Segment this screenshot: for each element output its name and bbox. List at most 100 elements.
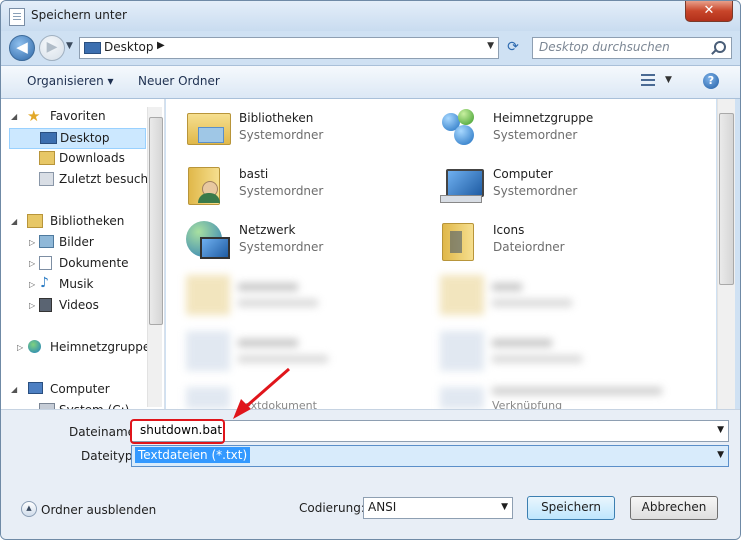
collapse-triangle-icon[interactable]: ◢ bbox=[11, 212, 17, 231]
save-button[interactable]: Speichern bbox=[527, 496, 615, 520]
file-tile[interactable]: Icons Dateiordner bbox=[438, 217, 658, 267]
chevron-down-icon[interactable]: ▼ bbox=[501, 502, 508, 512]
navigation-pane: ◢ ★ Favoriten Desktop Downloads Zuletzt … bbox=[1, 99, 165, 409]
blurred-label-right: Verknüpfung bbox=[492, 399, 563, 409]
homegroup-icon bbox=[28, 340, 41, 353]
encoding-value[interactable]: ANSI bbox=[368, 500, 396, 514]
nav-label: System (C:) bbox=[59, 401, 129, 409]
nav-recent[interactable]: Zuletzt besucht bbox=[9, 170, 153, 189]
videos-icon bbox=[39, 298, 52, 312]
nav-desktop[interactable]: Desktop bbox=[9, 128, 146, 149]
navigation-scrollbar[interactable] bbox=[147, 107, 163, 407]
nav-label: Desktop bbox=[60, 131, 110, 145]
downloads-folder-icon bbox=[39, 151, 55, 165]
desktop-icon bbox=[40, 132, 57, 144]
encoding-select[interactable]: ANSI ▼ bbox=[363, 497, 513, 519]
nav-pictures[interactable]: ▷ Bilder bbox=[9, 233, 144, 252]
nav-label: Bibliotheken bbox=[50, 214, 125, 228]
file-name: basti bbox=[239, 167, 269, 181]
expand-triangle-icon[interactable]: ▷ bbox=[29, 296, 35, 315]
filename-label: Dateiname: bbox=[69, 425, 140, 439]
forward-button[interactable]: ▶ bbox=[39, 35, 65, 61]
file-type: Systemordner bbox=[239, 184, 324, 198]
user-folder-icon bbox=[184, 163, 230, 205]
chevron-down-icon[interactable]: ▼ bbox=[717, 450, 724, 460]
expand-triangle-icon[interactable]: ▷ bbox=[29, 233, 35, 252]
search-icon[interactable] bbox=[714, 41, 726, 53]
file-type: Dateiordner bbox=[493, 240, 565, 254]
filetype-select[interactable]: Textdateien (*.txt) ▼ bbox=[131, 445, 729, 467]
music-icon: ♪ bbox=[40, 275, 49, 291]
organize-button[interactable]: Organisieren ▾ bbox=[27, 74, 114, 88]
chevron-down-icon[interactable]: ▼ bbox=[717, 425, 724, 435]
nav-label: Bilder bbox=[59, 235, 94, 249]
computer-icon bbox=[28, 382, 43, 394]
help-icon[interactable]: ? bbox=[703, 73, 719, 89]
file-name: Heimnetzgruppe bbox=[493, 111, 594, 125]
title-bar: Speichern unter ✕ bbox=[1, 1, 740, 31]
address-bar[interactable]: Desktop ▶ ▼ bbox=[79, 37, 499, 59]
nav-favorites[interactable]: ◢ ★ Favoriten bbox=[9, 107, 144, 126]
collapse-arrow-icon[interactable]: ▲ bbox=[21, 501, 37, 517]
file-tile[interactable]: Computer Systemordner bbox=[438, 161, 658, 211]
scrollbar-thumb[interactable] bbox=[149, 117, 163, 325]
close-button[interactable]: ✕ bbox=[685, 1, 733, 22]
expand-triangle-icon[interactable]: ▷ bbox=[17, 338, 23, 357]
nav-label: Heimnetzgruppe bbox=[50, 340, 151, 354]
view-options-dropdown-icon[interactable]: ▼ bbox=[665, 75, 672, 85]
search-input[interactable] bbox=[533, 38, 709, 56]
collapse-triangle-icon[interactable]: ◢ bbox=[11, 380, 17, 399]
refresh-icon[interactable]: ⟳ bbox=[502, 37, 524, 57]
file-tile[interactable]: Netzwerk Systemordner bbox=[184, 217, 404, 267]
file-tile[interactable]: Bibliotheken Systemordner bbox=[184, 105, 404, 155]
expand-triangle-icon[interactable]: ▷ bbox=[29, 254, 35, 273]
command-bar: Organisieren ▾ Neuer Ordner ▼ ? bbox=[1, 65, 740, 99]
nav-downloads[interactable]: Downloads bbox=[9, 149, 144, 168]
collapse-triangle-icon[interactable]: ◢ bbox=[11, 107, 17, 126]
file-tile[interactable]: Heimnetzgruppe Systemordner bbox=[438, 105, 658, 155]
back-button[interactable]: ◀ bbox=[9, 35, 35, 61]
nav-label: Favoriten bbox=[50, 109, 106, 123]
history-dropdown-icon[interactable]: ▼ bbox=[66, 41, 73, 51]
nav-music[interactable]: ▷ ♪ Musik bbox=[9, 275, 144, 294]
nav-label: Computer bbox=[50, 382, 110, 396]
nav-label: Videos bbox=[59, 298, 99, 312]
file-type: Systemordner bbox=[239, 128, 324, 142]
new-folder-button[interactable]: Neuer Ordner bbox=[138, 74, 220, 88]
file-type: Systemordner bbox=[493, 184, 578, 198]
recent-places-icon bbox=[39, 172, 54, 186]
expand-triangle-icon[interactable]: ▷ bbox=[29, 275, 35, 294]
nav-videos[interactable]: ▷ Videos bbox=[9, 296, 144, 315]
libraries-icon bbox=[27, 214, 43, 228]
nav-label: Dokumente bbox=[59, 256, 129, 270]
highlight-box bbox=[130, 419, 225, 444]
filetype-value[interactable]: Textdateien (*.txt) bbox=[135, 447, 251, 463]
red-arrow-annotation bbox=[233, 367, 290, 419]
file-name: Bibliotheken bbox=[239, 111, 314, 125]
nav-homegroup[interactable]: ▷ Heimnetzgruppe bbox=[9, 338, 150, 357]
navigation-bar: ◀ ▶ ▼ Desktop ▶ ▼ ⟳ bbox=[1, 31, 740, 63]
nav-label: Zuletzt besucht bbox=[59, 172, 153, 186]
address-dropdown-icon[interactable]: ▼ bbox=[487, 41, 494, 51]
chevron-right-icon[interactable]: ▶ bbox=[157, 40, 165, 51]
nav-libraries[interactable]: ◢ Bibliotheken bbox=[9, 212, 144, 231]
hide-folders-button[interactable]: Ordner ausblenden bbox=[41, 503, 156, 517]
network-icon bbox=[184, 219, 230, 261]
folder-icon bbox=[438, 219, 484, 261]
scrollbar-thumb[interactable] bbox=[719, 113, 734, 285]
address-location[interactable]: Desktop bbox=[104, 40, 154, 54]
notepad-icon bbox=[9, 8, 25, 26]
change-view-icon[interactable] bbox=[641, 74, 655, 88]
search-box[interactable] bbox=[532, 37, 732, 59]
file-name: Icons bbox=[493, 223, 525, 237]
documents-icon bbox=[39, 256, 52, 270]
libraries-icon bbox=[184, 107, 231, 149]
window-title: Speichern unter bbox=[31, 8, 127, 22]
cancel-button[interactable]: Abbrechen bbox=[630, 496, 718, 520]
nav-system-drive[interactable]: System (C:) bbox=[9, 401, 144, 409]
file-list-scrollbar[interactable] bbox=[717, 99, 735, 409]
nav-computer[interactable]: ◢ Computer bbox=[9, 380, 144, 399]
file-tile[interactable]: basti Systemordner bbox=[184, 161, 404, 211]
nav-documents[interactable]: ▷ Dokumente bbox=[9, 254, 144, 273]
encoding-label: Codierung: bbox=[299, 501, 365, 515]
